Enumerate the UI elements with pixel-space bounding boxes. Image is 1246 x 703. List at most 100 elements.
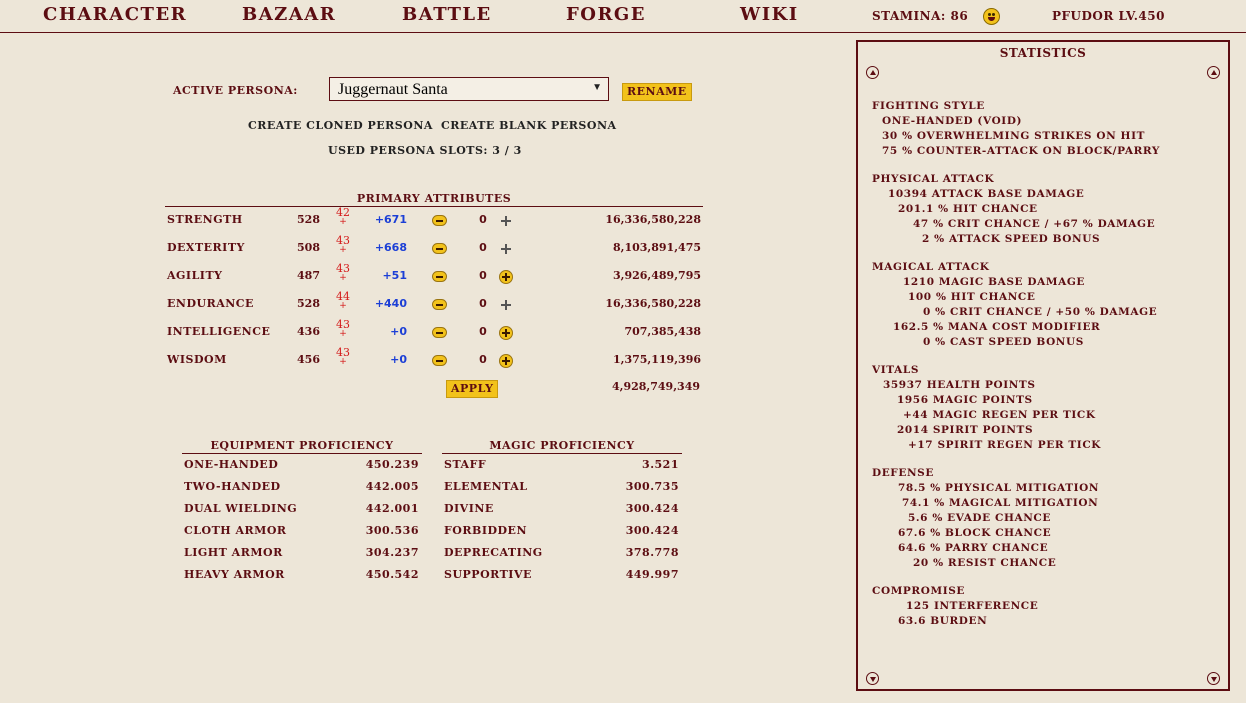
statistic-line: +17 SPIRIT REGEN PER TICK [908,439,1102,451]
attribute-name: STRENGTH [167,213,243,226]
decrease-attribute-icon[interactable] [432,299,447,310]
attribute-modifier: 43 + [335,319,351,339]
statistic-line: 63.6 BURDEN [898,615,988,627]
attribute-base: 528 [297,213,320,226]
increase-attribute-icon[interactable] [499,354,513,368]
attribute-base: 487 [297,269,320,282]
statistic-line: 0 % CRIT CHANCE / +50 % DAMAGE [923,306,1158,318]
create-blank-persona-link[interactable]: CREATE BLANK PERSONA [441,119,617,132]
proficiency-name: SUPPORTIVE [444,568,532,581]
increase-attribute-icon[interactable] [499,326,513,340]
scroll-up-right-icon[interactable] [1207,66,1220,79]
proficiency-value: 450.239 [365,458,419,471]
statistic-line: 67.6 % BLOCK CHANCE [898,527,1052,539]
statistic-line: ONE-HANDED (VOID) [882,115,1023,127]
apply-button[interactable]: APPLY [446,380,499,398]
decrease-attribute-icon[interactable] [432,327,447,338]
statistic-line: 20 % RESIST CHANCE [913,557,1057,569]
scroll-up-left-icon[interactable] [866,66,879,79]
statistic-line: 74.1 % MAGICAL MITIGATION [902,497,1099,509]
equipment-proficiency-header: EQUIPMENT PROFICIENCY [182,439,422,454]
decrease-attribute-icon[interactable] [432,243,447,254]
nav-forge[interactable]: FORGE [566,4,646,25]
statistic-line: 201.1 % HIT CHANCE [898,203,1038,215]
persona-select[interactable]: Juggernaut Santa ▼ [329,77,609,101]
magic-proficiency-header: MAGIC PROFICIENCY [442,439,682,454]
nav-bazaar[interactable]: BAZAAR [242,4,336,25]
scroll-down-left-icon[interactable] [866,672,879,685]
equipment-proficiency-row: ONE-HANDED 450.239 [180,455,423,477]
increase-attribute-icon[interactable] [499,242,513,256]
attribute-mod-sign: + [339,301,347,311]
increase-attribute-icon[interactable] [499,298,513,312]
attribute-bonus: +0 [390,353,407,366]
attribute-mod-sign: + [339,245,347,255]
attribute-mod-sign: + [339,329,347,339]
attribute-base: 456 [297,353,320,366]
create-cloned-persona-link[interactable]: CREATE CLONED PERSONA [248,119,433,132]
nav-character[interactable]: CHARACTER [43,4,187,25]
scroll-down-right-icon[interactable] [1207,672,1220,685]
equipment-proficiency-row: TWO-HANDED 442.005 [180,477,423,499]
stamina-readout: STAMINA: 86 [872,9,969,23]
statistic-line: COMPROMISE [872,585,966,597]
attribute-exp-cost: 16,336,580,228 [605,297,701,310]
proficiency-name: HEAVY ARMOR [184,568,285,581]
statistic-line: 100 % HIT CHANCE [908,291,1036,303]
attribute-name: ENDURANCE [167,297,254,310]
attribute-exp-cost: 707,385,438 [624,325,701,338]
attribute-row: DEXTERITY 508 43 + +668 0 8,103,891,475 [165,235,705,263]
statistic-line: 75 % COUNTER-ATTACK ON BLOCK/PARRY [882,145,1161,157]
statistic-line: VITALS [872,364,920,376]
attribute-bonus: +0 [390,325,407,338]
statistic-line: +44 MAGIC REGEN PER TICK [903,409,1096,421]
total-exp: 4,928,749,349 [611,380,700,393]
persona-slots: USED PERSONA SLOTS: 3 / 3 [328,144,522,157]
proficiency-value: 300.735 [625,480,679,493]
proficiency-value: 442.005 [365,480,419,493]
proficiency-name: DUAL WIELDING [184,502,298,515]
statistic-line: 0 % CAST SPEED BONUS [923,336,1084,348]
top-nav-bar: CHARACTER BAZAAR BATTLE FORGE WIKI STAMI… [0,0,1246,33]
proficiency-value: 300.536 [365,524,419,537]
attribute-spend-value: 0 [479,269,487,282]
proficiency-value: 3.521 [642,458,679,471]
attribute-spend-value: 0 [479,241,487,254]
attribute-mod-sign: + [339,273,347,283]
attribute-modifier: 44 + [335,291,351,311]
statistic-line: 2 % ATTACK SPEED BONUS [922,233,1101,245]
nav-wiki[interactable]: WIKI [740,4,799,25]
equipment-proficiency-row: LIGHT ARMOR 304.237 [180,543,423,565]
attribute-name: AGILITY [167,269,223,282]
proficiency-name: CLOTH ARMOR [184,524,287,537]
attribute-base: 508 [297,241,320,254]
attribute-name: DEXTERITY [167,241,245,254]
decrease-attribute-icon[interactable] [432,355,447,366]
attribute-bonus: +51 [382,269,407,282]
increase-attribute-icon[interactable] [499,270,513,284]
statistic-line: 1956 MAGIC POINTS [897,394,1033,406]
attribute-bonus: +671 [374,213,407,226]
statistic-line: MAGICAL ATTACK [872,261,990,273]
attribute-row: WISDOM 456 43 + +0 0 1,375,119,396 [165,347,705,375]
attribute-exp-cost: 16,336,580,228 [605,213,701,226]
smiley-icon [983,8,1000,25]
proficiency-name: FORBIDDEN [444,524,527,537]
attribute-modifier: 43 + [335,263,351,283]
magic-proficiency-row: ELEMENTAL 300.735 [440,477,683,499]
proficiency-name: ONE-HANDED [184,458,279,471]
nav-battle[interactable]: BATTLE [402,4,492,25]
attribute-row: STRENGTH 528 42 + +671 0 16,336,580,228 [165,207,705,235]
proficiency-name: STAFF [444,458,487,471]
attribute-base: 436 [297,325,320,338]
proficiency-name: DIVINE [444,502,494,515]
statistic-line: PHYSICAL ATTACK [872,173,995,185]
attribute-spend-value: 0 [479,213,487,226]
decrease-attribute-icon[interactable] [432,271,447,282]
statistic-line: 30 % OVERWHELMING STRIKES ON HIT [882,130,1146,142]
attribute-name: WISDOM [167,353,227,366]
decrease-attribute-icon[interactable] [432,215,447,226]
statistic-line: 64.6 % PARRY CHANCE [898,542,1049,554]
rename-button[interactable]: RENAME [622,83,692,101]
increase-attribute-icon[interactable] [499,214,513,228]
